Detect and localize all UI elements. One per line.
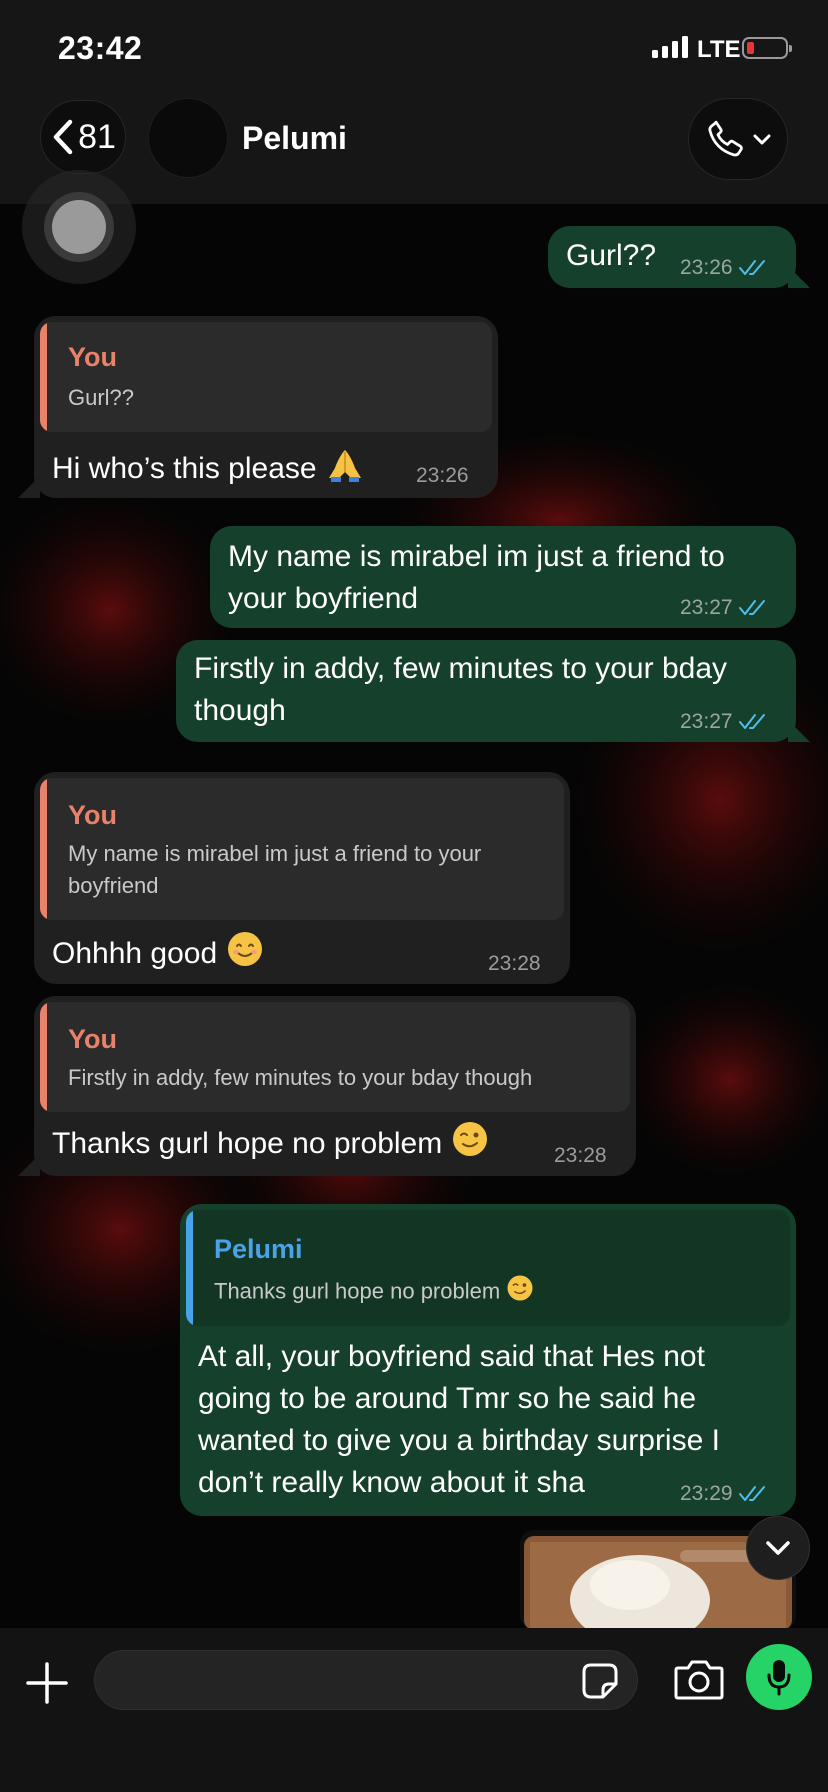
- network-type: LTE: [697, 36, 741, 63]
- quote-sender: You: [68, 342, 117, 372]
- message-time: 23:27: [680, 596, 733, 619]
- message-meta: 23:26: [680, 256, 769, 280]
- message-meta: 23:27: [680, 710, 769, 734]
- winking-face-emoji: [506, 1274, 534, 1311]
- microphone-icon: [767, 1660, 791, 1696]
- chevron-down-icon: [766, 1541, 790, 1555]
- microphone-button[interactable]: [746, 1644, 812, 1710]
- sticker-icon[interactable]: [581, 1662, 619, 1700]
- message-text: Thanks gurl hope no problem: [52, 1120, 489, 1170]
- plus-icon[interactable]: [22, 1658, 72, 1708]
- signal-icon: [652, 36, 688, 58]
- message-time: 23:29: [680, 1482, 733, 1505]
- message-bubble-incoming[interactable]: You My name is mirabel im just a friend …: [34, 772, 570, 984]
- read-receipt-icon: [738, 260, 765, 275]
- folded-hands-emoji: [325, 444, 365, 496]
- message-text: Hi who’s this please: [52, 444, 365, 496]
- message-composer: [0, 1628, 828, 1792]
- message-text: Firstly in addy, few minutes to your bda…: [194, 652, 727, 727]
- message-bubble-outgoing[interactable]: Gurl?? 23:26: [548, 226, 796, 288]
- message-bubble-outgoing[interactable]: Firstly in addy, few minutes to your bda…: [176, 640, 796, 742]
- back-button[interactable]: 81: [40, 100, 126, 174]
- message-text: My name is mirabel im just a friend to yo…: [228, 540, 725, 615]
- back-chevron-icon: [53, 119, 73, 155]
- assistive-touch-button[interactable]: [22, 170, 136, 284]
- read-receipt-icon: [738, 714, 765, 729]
- message-input[interactable]: [94, 1650, 638, 1710]
- smiling-face-emoji: [226, 930, 264, 980]
- message-bubble-outgoing[interactable]: My name is mirabel im just a friend to yo…: [210, 526, 796, 628]
- camera-icon[interactable]: [674, 1658, 724, 1700]
- message-text: Gurl??: [566, 239, 657, 272]
- quoted-message[interactable]: You Gurl??: [40, 322, 492, 432]
- quote-text: Gurl??: [68, 385, 135, 410]
- quote-sender: Pelumi: [214, 1234, 303, 1264]
- read-receipt-icon: [738, 600, 765, 615]
- status-time: 23:42: [58, 30, 143, 66]
- message-text: Ohhhh good: [52, 930, 264, 980]
- phone-icon: [708, 120, 743, 157]
- chat-header: 81 Pelumi: [0, 90, 828, 204]
- call-button[interactable]: [688, 98, 788, 180]
- quote-sender: You: [68, 1024, 117, 1054]
- message-time: 23:28: [554, 1144, 607, 1167]
- quoted-message[interactable]: Pelumi Thanks gurl hope no problem: [186, 1210, 790, 1326]
- avatar[interactable]: [148, 98, 228, 178]
- message-bubble-incoming[interactable]: You Gurl?? Hi who’s this please 23:26: [34, 316, 498, 498]
- message-meta: 23:27: [680, 596, 769, 620]
- read-receipt-icon: [738, 1486, 765, 1501]
- quote-sender: You: [68, 800, 117, 830]
- quote-text: Thanks gurl hope no problem: [214, 1274, 534, 1311]
- message-meta: 23:29: [680, 1482, 769, 1506]
- message-time: 23:26: [680, 256, 733, 279]
- message-time: 23:27: [680, 710, 733, 733]
- message-time: 23:26: [416, 464, 469, 487]
- battery-icon: [742, 37, 792, 59]
- winking-face-emoji: [451, 1120, 489, 1170]
- quote-text: Firstly in addy, few minutes to your bda…: [68, 1065, 533, 1090]
- quote-text: My name is mirabel im just a friend to y…: [68, 841, 482, 898]
- message-bubble-incoming[interactable]: You Firstly in addy, few minutes to your…: [34, 996, 636, 1176]
- scroll-to-bottom-button[interactable]: [746, 1516, 810, 1580]
- status-bar: 23:42 LTE: [0, 0, 828, 90]
- contact-name[interactable]: Pelumi: [242, 120, 347, 157]
- quoted-message[interactable]: You Firstly in addy, few minutes to your…: [40, 1002, 630, 1112]
- message-text: At all, your boyfriend said that Hes not…: [198, 1340, 720, 1499]
- chevron-down-icon: [753, 134, 771, 145]
- message-bubble-outgoing[interactable]: Pelumi Thanks gurl hope no problem At al…: [180, 1204, 796, 1516]
- unread-count: 81: [78, 117, 116, 156]
- message-time: 23:28: [488, 952, 541, 975]
- quoted-message[interactable]: You My name is mirabel im just a friend …: [40, 778, 564, 920]
